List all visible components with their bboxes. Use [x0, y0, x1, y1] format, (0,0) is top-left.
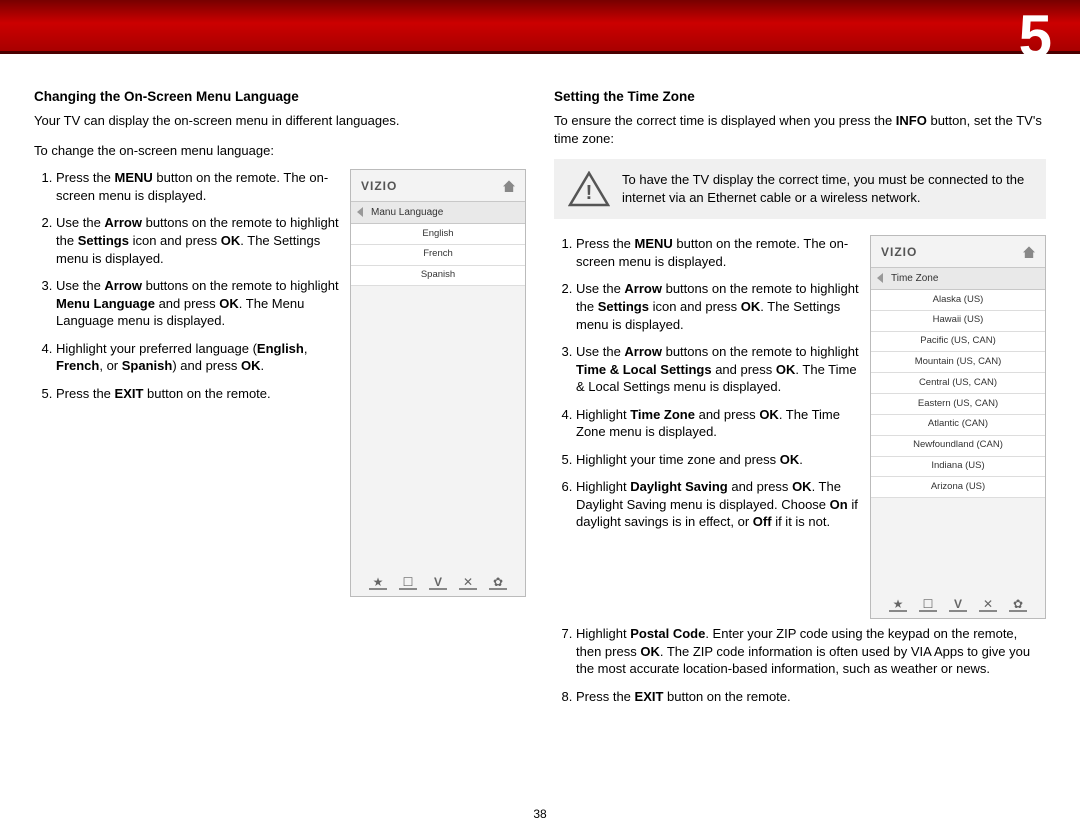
menu-item: Alaska (US) [871, 290, 1045, 311]
chapter-number: 5 [1019, 0, 1052, 77]
back-icon [357, 207, 363, 217]
step: Highlight Daylight Saving and press OK. … [576, 478, 860, 531]
panel-footer: ★ ☐ V ✕ ✿ [871, 598, 1045, 612]
menu-item: Indiana (US) [871, 457, 1045, 478]
warning-icon: ! [568, 171, 610, 207]
menu-item: Newfoundland (CAN) [871, 436, 1045, 457]
close-icon: ✕ [979, 598, 997, 612]
steps-language: Press the MENU button on the remote. The… [34, 169, 340, 402]
menu-item: Pacific (US, CAN) [871, 332, 1045, 353]
warning-box: ! To have the TV display the correct tim… [554, 159, 1046, 219]
step: Use the Arrow buttons on the remote to h… [56, 214, 340, 267]
menu-item: Atlantic (CAN) [871, 415, 1045, 436]
chapter-header: 5 [0, 0, 1080, 54]
cc-icon: ☐ [919, 598, 937, 612]
page-body: Changing the On-Screen Menu Language You… [0, 54, 1080, 716]
home-icon [1023, 246, 1035, 258]
step: Use the Arrow buttons on the remote to h… [576, 280, 860, 333]
menu-item: Mountain (US, CAN) [871, 352, 1045, 373]
step: Press the EXIT button on the remote. [576, 688, 1046, 706]
menu-title: Time Zone [891, 272, 938, 286]
gear-icon: ✿ [489, 576, 507, 590]
star-icon: ★ [889, 598, 907, 612]
column-left: Changing the On-Screen Menu Language You… [34, 88, 526, 716]
menu-item: French [351, 245, 525, 266]
v-icon: V [429, 576, 447, 590]
steps-timezone-cont: Highlight Postal Code. Enter your ZIP co… [554, 625, 1046, 705]
back-icon [877, 273, 883, 283]
menu-title: Manu Language [371, 206, 443, 220]
cc-icon: ☐ [399, 576, 417, 590]
panel-footer: ★ ☐ V ✕ ✿ [351, 576, 525, 590]
menu-item: Central (US, CAN) [871, 373, 1045, 394]
panel-brand: VIZIO [361, 178, 397, 194]
home-icon [503, 180, 515, 192]
step: Use the Arrow buttons on the remote to h… [56, 277, 340, 330]
subintro-language: To change the on-screen menu language: [34, 142, 526, 160]
menu-item: Spanish [351, 266, 525, 287]
step: Use the Arrow buttons on the remote to h… [576, 343, 860, 396]
menu-panel-language: VIZIO Manu Language English French Spani… [350, 169, 526, 597]
v-icon: V [949, 598, 967, 612]
menu-item: English [351, 224, 525, 245]
panel-brand: VIZIO [881, 244, 917, 260]
intro-timezone: To ensure the correct time is displayed … [554, 112, 1046, 147]
star-icon: ★ [369, 576, 387, 590]
gear-icon: ✿ [1009, 598, 1027, 612]
menu-title-row: Time Zone [871, 267, 1045, 291]
svg-text:!: ! [586, 182, 593, 204]
step: Highlight your preferred language (Engli… [56, 340, 340, 375]
step: Press the MENU button on the remote. The… [56, 169, 340, 204]
step: Highlight your time zone and press OK. [576, 451, 860, 469]
page-number: 38 [0, 806, 1080, 822]
menu-item: Hawaii (US) [871, 311, 1045, 332]
warning-text: To have the TV display the correct time,… [622, 171, 1032, 206]
section-title-timezone: Setting the Time Zone [554, 88, 1046, 106]
column-right: Setting the Time Zone To ensure the corr… [554, 88, 1046, 716]
menu-item: Eastern (US, CAN) [871, 394, 1045, 415]
step: Press the MENU button on the remote. The… [576, 235, 860, 270]
section-title-language: Changing the On-Screen Menu Language [34, 88, 526, 106]
steps-timezone: Press the MENU button on the remote. The… [554, 235, 860, 531]
step: Highlight Postal Code. Enter your ZIP co… [576, 625, 1046, 678]
step: Press the EXIT button on the remote. [56, 385, 340, 403]
menu-panel-timezone: VIZIO Time Zone Alaska (US) Hawaii (US) … [870, 235, 1046, 619]
intro-language: Your TV can display the on-screen menu i… [34, 112, 526, 130]
close-icon: ✕ [459, 576, 477, 590]
menu-item: Arizona (US) [871, 477, 1045, 498]
menu-title-row: Manu Language [351, 201, 525, 225]
step: Highlight Time Zone and press OK. The Ti… [576, 406, 860, 441]
